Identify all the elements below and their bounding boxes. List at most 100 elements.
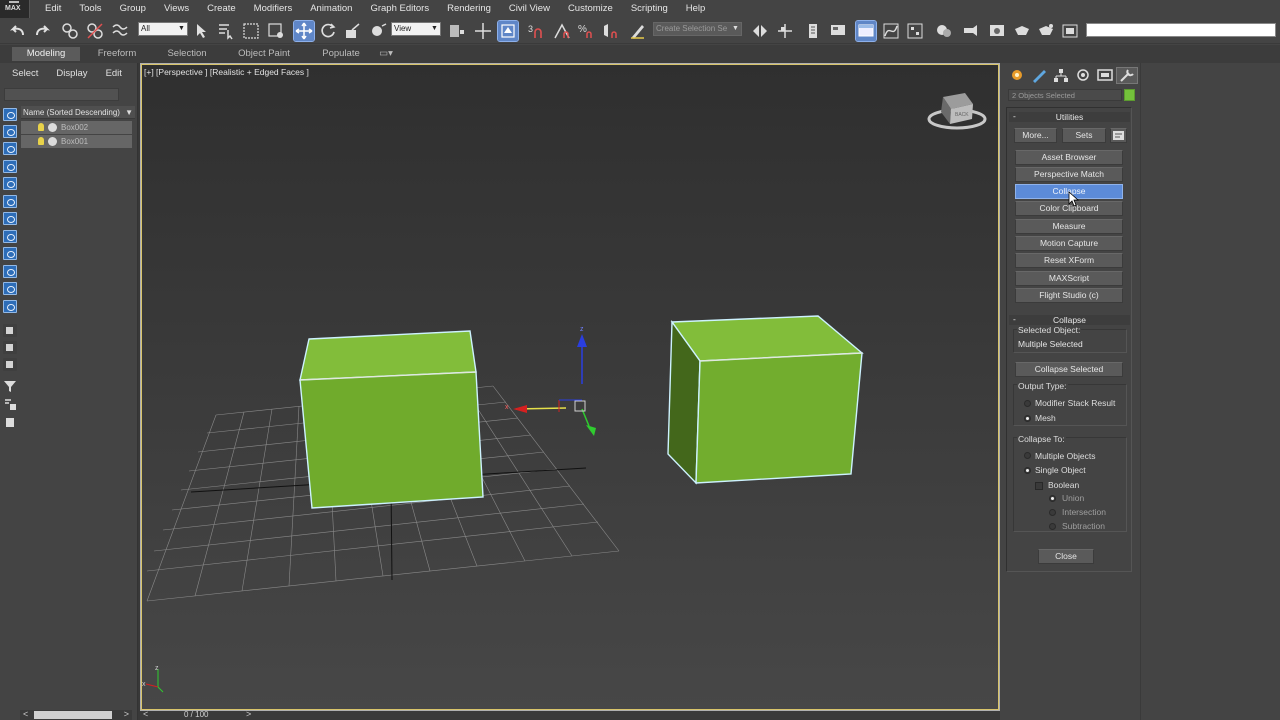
menu-customize[interactable]: Customize [559,0,622,18]
box001[interactable] [667,315,864,485]
intersection-radio[interactable] [1049,509,1056,516]
single-object-radio[interactable] [1024,467,1031,474]
tab-object-paint[interactable]: Object Paint [220,47,308,61]
render-in-cloud-icon[interactable] [1060,21,1080,41]
reset-xform-button[interactable]: Reset XForm [1015,253,1123,268]
subtraction-radio[interactable] [1049,523,1056,530]
redo-icon[interactable] [32,21,52,41]
lightbulb-icon[interactable] [38,137,44,145]
boolean-label[interactable]: Boolean [1048,480,1079,490]
box002[interactable] [299,330,484,509]
toggle-ribbon-icon[interactable] [828,21,848,41]
union-label[interactable]: Union [1062,493,1084,503]
menu-modifiers[interactable]: Modifiers [245,0,302,18]
angle-snap-icon[interactable] [552,21,572,41]
window-crossing-icon[interactable] [266,21,286,41]
keyboard-shortcut-override-icon[interactable] [497,20,519,42]
display-cameras-icon[interactable] [3,177,17,190]
snaps-toggle-icon[interactable]: 3 [527,21,547,41]
scroll-left-icon[interactable]: < [23,709,28,719]
tab-freeform[interactable]: Freeform [80,47,154,61]
explorer-search-input[interactable] [4,88,119,101]
viewcube[interactable]: BACK [927,93,987,130]
select-and-rotate-icon[interactable] [318,21,338,41]
scroll-right-icon[interactable]: > [124,709,129,719]
perspective-viewport[interactable]: z x BACK z x [+] [Perspective ] [Realist… [140,63,1000,711]
measure-button[interactable]: Measure [1015,219,1123,234]
explorer-menu-edit[interactable]: Edit [94,68,128,79]
toolbar-search-input[interactable] [1086,23,1276,37]
selection-filter-dropdown[interactable]: All ▼ [138,22,188,36]
display-influences-icon[interactable] [3,341,17,354]
menu-views[interactable]: Views [155,0,198,18]
multiple-objects-radio[interactable] [1024,452,1031,459]
perspective-match-button[interactable]: Perspective Match [1015,167,1123,182]
menu-edit[interactable]: Edit [36,0,70,18]
motion-tab[interactable] [1072,67,1094,84]
spinner-snap-icon[interactable] [601,21,621,41]
display-bones-icon[interactable] [3,265,17,278]
object-name-field[interactable]: 2 Objects Selected [1008,89,1122,101]
modify-tab[interactable] [1028,67,1050,84]
link-icon[interactable] [60,21,80,41]
menu-scripting[interactable]: Scripting [622,0,677,18]
close-button[interactable]: Close [1038,549,1094,564]
select-by-name-icon[interactable] [216,21,236,41]
schematic-view-icon[interactable] [905,21,925,41]
utilities-rollout-header[interactable]: - Utilities [1009,111,1130,122]
display-frozen-icon[interactable] [3,300,17,313]
display-containers-icon[interactable] [3,282,17,295]
mesh-label[interactable]: Mesh [1035,413,1056,423]
object-color-swatch[interactable] [1124,89,1135,101]
menu-graph-editors[interactable]: Graph Editors [361,0,438,18]
menu-create[interactable]: Create [198,0,245,18]
flight-studio-button[interactable]: Flight Studio (c) [1015,288,1123,303]
display-space-warps-icon[interactable] [3,212,17,225]
explorer-menu-select[interactable]: Select [0,68,44,79]
collapse-selected-button[interactable]: Collapse Selected [1015,362,1123,377]
modifier-stack-result-label[interactable]: Modifier Stack Result [1035,398,1115,408]
more-button[interactable]: More... [1014,128,1057,143]
select-and-move-icon[interactable] [293,20,315,42]
explorer-horizontal-scrollbar[interactable]: < > [20,709,132,720]
app-logo[interactable]: MAX [0,0,30,18]
explorer-row[interactable]: Box001 [21,135,132,148]
utilities-tab[interactable] [1116,67,1138,84]
scrollbar-thumb[interactable] [34,711,112,719]
percent-snap-icon[interactable]: % [577,21,597,41]
multiple-objects-label[interactable]: Multiple Objects [1035,451,1095,461]
lightbulb-icon[interactable] [38,123,44,131]
sets-button[interactable]: Sets [1062,128,1106,143]
motion-capture-button[interactable]: Motion Capture [1015,236,1123,251]
filter-icon[interactable] [3,380,17,393]
display-lights-icon[interactable] [3,160,17,173]
viewport-label[interactable]: [+] [Perspective ] [Realistic + Edged Fa… [144,67,309,77]
align-icon[interactable] [775,21,795,41]
display-none-icon[interactable] [3,108,17,121]
configure-button-sets-icon[interactable] [1110,128,1127,143]
next-frame-icon[interactable]: > [246,709,251,719]
menu-rendering[interactable]: Rendering [438,0,500,18]
render-active-shade-icon[interactable] [1036,21,1056,41]
union-radio[interactable] [1049,495,1056,502]
maxscript-button[interactable]: MAXScript [1015,271,1123,286]
explorer-row[interactable]: Box002 [21,121,132,134]
display-groups-icon[interactable] [3,230,17,243]
render-production-icon[interactable] [1012,21,1032,41]
rectangular-selection-icon[interactable] [241,21,261,41]
layer-explorer-icon[interactable] [803,21,823,41]
named-selection-set-field[interactable]: Create Selection Se ▼ [653,22,742,36]
single-object-label[interactable]: Single Object [1035,465,1086,475]
material-editor-icon[interactable] [934,21,954,41]
mesh-radio[interactable] [1024,415,1031,422]
tab-modeling[interactable]: Modeling [12,47,80,61]
reference-coordinate-dropdown[interactable]: View ▼ [391,22,441,36]
menu-help[interactable]: Help [677,0,715,18]
pivot-point-center-icon[interactable] [447,21,467,41]
mirror-icon[interactable] [750,21,770,41]
display-children-icon[interactable] [3,324,17,337]
find-icon[interactable] [3,398,17,411]
curve-editor-icon[interactable] [881,21,901,41]
menu-animation[interactable]: Animation [301,0,361,18]
display-geometry-icon[interactable] [3,125,17,138]
